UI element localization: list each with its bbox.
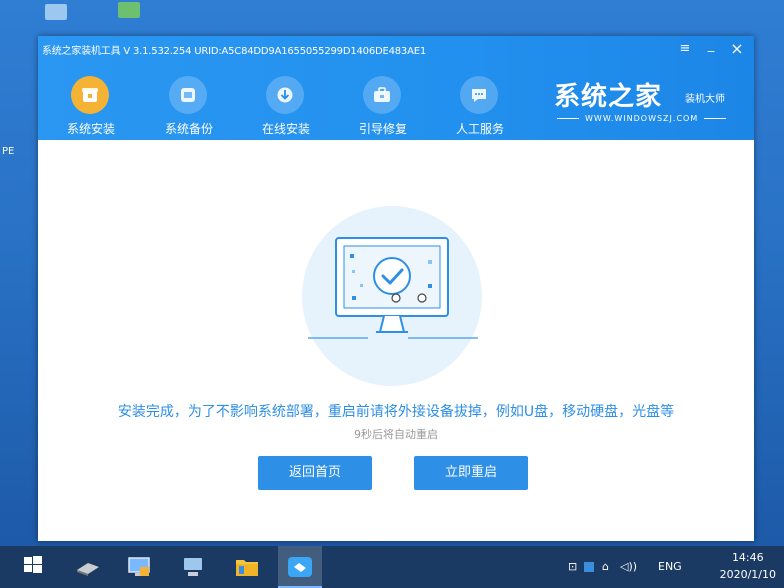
close-button[interactable]: × xyxy=(728,40,746,58)
taskbar-computer-icon[interactable] xyxy=(118,546,162,588)
start-button[interactable] xyxy=(14,546,50,588)
tray-usb-icon[interactable]: ⌂ xyxy=(602,546,609,588)
brand-subtitle: 装机大师 xyxy=(685,94,725,105)
desktop-app-icon[interactable] xyxy=(118,2,140,18)
installer-window: 系统之家装机工具 V 3.1.532.254 URID:A5C84DD9A165… xyxy=(38,36,754,541)
restart-countdown: 9秒后将自动重启 xyxy=(354,428,438,441)
menu-button[interactable]: ≡ xyxy=(676,40,694,58)
toolbox-icon xyxy=(363,76,401,114)
taskbar-installer-app[interactable] xyxy=(278,546,322,588)
nav-label: 系统备份 xyxy=(164,122,213,136)
taskbar: ⊡ ⌂ ◁)) ENG 14:46 2020/1/10 xyxy=(0,546,784,588)
windows-icon xyxy=(24,556,42,573)
nav-item-online-install[interactable]: 在线安装 xyxy=(246,76,326,138)
download-icon xyxy=(266,76,304,114)
nav-item-human-service[interactable]: 人工服务 xyxy=(440,76,520,138)
brand-url: WWW.WINDOWSZJ.COM xyxy=(551,114,731,123)
restart-now-button[interactable]: 立即重启 xyxy=(414,456,528,490)
window-title: 系统之家装机工具 V 3.1.532.254 URID:A5C84DD9A165… xyxy=(42,46,427,57)
minimize-button[interactable]: _ xyxy=(702,37,720,55)
nav-label: 人工服务 xyxy=(455,122,504,136)
tray-security-icon[interactable] xyxy=(584,546,594,588)
divider xyxy=(557,118,579,119)
window-header: 系统之家装机工具 V 3.1.532.254 URID:A5C84DD9A165… xyxy=(38,36,754,140)
monitor-check-illustration xyxy=(308,237,478,339)
clock[interactable]: 14:46 2020/1/10 xyxy=(720,549,776,583)
package-icon xyxy=(71,76,109,114)
brand-url-text: WWW.WINDOWSZJ.COM xyxy=(585,114,699,123)
language-indicator[interactable]: ENG xyxy=(658,546,682,588)
taskbar-network-icon[interactable] xyxy=(172,546,216,588)
tray-network-icon[interactable]: ⊡ xyxy=(568,546,577,588)
back-home-button[interactable]: 返回首页 xyxy=(258,456,372,490)
backup-icon xyxy=(169,76,207,114)
nav-item-system-install[interactable]: 系统安装 xyxy=(51,76,131,138)
clock-date: 2020/1/10 xyxy=(719,568,776,581)
desktop-label-fragment: PE xyxy=(2,146,15,157)
chat-icon xyxy=(460,76,498,114)
taskbar-folder-icon[interactable] xyxy=(226,546,270,588)
brand-name: 系统之家 xyxy=(554,82,663,112)
clock-time: 14:46 xyxy=(731,551,764,564)
desktop-computer-icon[interactable] xyxy=(45,4,67,20)
taskbar-drive-icon[interactable] xyxy=(66,546,110,588)
nav-label: 在线安装 xyxy=(261,122,310,136)
nav-label: 引导修复 xyxy=(358,122,407,136)
divider xyxy=(704,118,727,119)
volume-icon[interactable]: ◁)) xyxy=(620,546,637,588)
nav-item-system-backup[interactable]: 系统备份 xyxy=(149,76,229,138)
nav-item-boot-repair[interactable]: 引导修复 xyxy=(343,76,423,138)
nav-label: 系统安装 xyxy=(66,122,115,136)
completion-message: 安装完成，为了不影响系统部署，重启前请将外接设备拔掉，例如U盘，移动硬盘，光盘等 xyxy=(117,404,675,420)
